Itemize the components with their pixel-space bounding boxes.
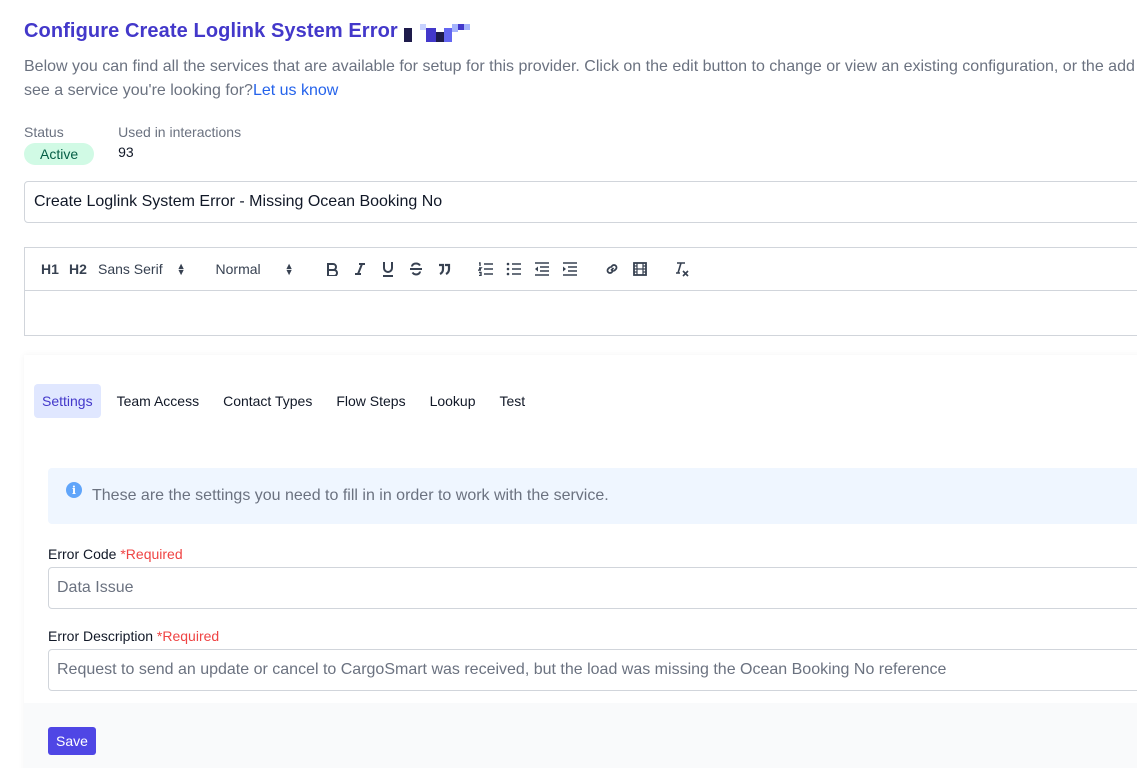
- panel-footer: [24, 703, 1137, 768]
- description-line-1: Below you can find all the services that…: [24, 58, 1135, 75]
- service-name-input[interactable]: [24, 181, 1137, 223]
- bold-icon[interactable]: [320, 257, 344, 281]
- editor-content[interactable]: [25, 291, 1137, 335]
- outdent-icon[interactable]: [530, 257, 554, 281]
- required-marker: *Required: [156, 628, 220, 644]
- status-block: Status Active: [24, 123, 95, 165]
- tab-flow-steps[interactable]: Flow Steps: [328, 384, 413, 418]
- description-line-2: see a service you're looking for?: [24, 82, 253, 99]
- service-meta: Status Active Used in interactions 93: [24, 123, 265, 165]
- clear-format-icon[interactable]: [670, 257, 694, 281]
- tab-bar: Settings Team Access Contact Types Flow …: [34, 384, 541, 418]
- settings-panel: Settings Team Access Contact Types Flow …: [24, 355, 1137, 768]
- error-description-label-text: Error Description: [48, 628, 154, 644]
- font-size-value: Normal: [215, 261, 261, 277]
- title-row: Configure Create Loglink System Error: [24, 20, 470, 43]
- tab-team-access[interactable]: Team Access: [109, 384, 207, 418]
- info-icon: i: [66, 482, 82, 498]
- bullet-list-icon[interactable]: [502, 257, 526, 281]
- error-code-label-text: Error Code: [48, 546, 117, 562]
- error-description-label: Error Description *Required: [48, 628, 219, 644]
- font-family-value: Sans Serif: [98, 261, 163, 277]
- h1-label: H1: [41, 261, 59, 277]
- error-code-input[interactable]: [48, 567, 1137, 609]
- link-icon[interactable]: [600, 257, 624, 281]
- select-arrows-icon: ▲ ▼: [176, 261, 186, 277]
- h2-button[interactable]: H2: [66, 257, 90, 281]
- status-label: Status: [24, 124, 64, 140]
- page-description: Below you can find all the services that…: [24, 55, 1137, 103]
- status-badge: Active: [24, 143, 95, 165]
- tab-contact-types[interactable]: Contact Types: [215, 384, 320, 418]
- error-description-input[interactable]: [48, 649, 1137, 691]
- interactions-count: 93: [118, 144, 134, 160]
- h1-button[interactable]: H1: [38, 257, 62, 281]
- quote-icon[interactable]: [432, 257, 456, 281]
- ordered-list-icon[interactable]: [474, 257, 498, 281]
- required-marker: *Required: [120, 546, 183, 562]
- underline-icon[interactable]: [376, 257, 400, 281]
- tab-test[interactable]: Test: [492, 384, 534, 418]
- rich-text-editor: H1 H2 Sans Serif ▲ ▼ Normal ▲ ▼: [24, 247, 1137, 336]
- h2-label: H2: [69, 261, 87, 277]
- let-us-know-link[interactable]: Let us know: [253, 82, 338, 99]
- interactions-label: Used in interactions: [118, 124, 242, 140]
- tab-lookup[interactable]: Lookup: [422, 384, 484, 418]
- tab-settings[interactable]: Settings: [34, 384, 101, 418]
- indent-icon[interactable]: [558, 257, 582, 281]
- font-family-select[interactable]: Sans Serif ▲ ▼: [98, 257, 186, 281]
- error-code-label: Error Code *Required: [48, 546, 183, 562]
- save-button[interactable]: Save: [48, 727, 96, 755]
- strike-icon[interactable]: [404, 257, 428, 281]
- video-icon[interactable]: [628, 257, 652, 281]
- info-text: These are the settings you need to fill …: [92, 487, 609, 504]
- page-title: Configure Create Loglink System Error: [24, 20, 398, 42]
- editor-toolbar: H1 H2 Sans Serif ▲ ▼ Normal ▲ ▼: [25, 248, 1137, 291]
- provider-logo: [403, 22, 470, 42]
- font-size-select[interactable]: Normal ▲ ▼: [216, 257, 294, 281]
- italic-icon[interactable]: [348, 257, 372, 281]
- interactions-block: Used in interactions 93: [118, 123, 241, 165]
- select-arrows-icon: ▲ ▼: [284, 261, 294, 277]
- info-banner: i These are the settings you need to fil…: [48, 468, 1137, 524]
